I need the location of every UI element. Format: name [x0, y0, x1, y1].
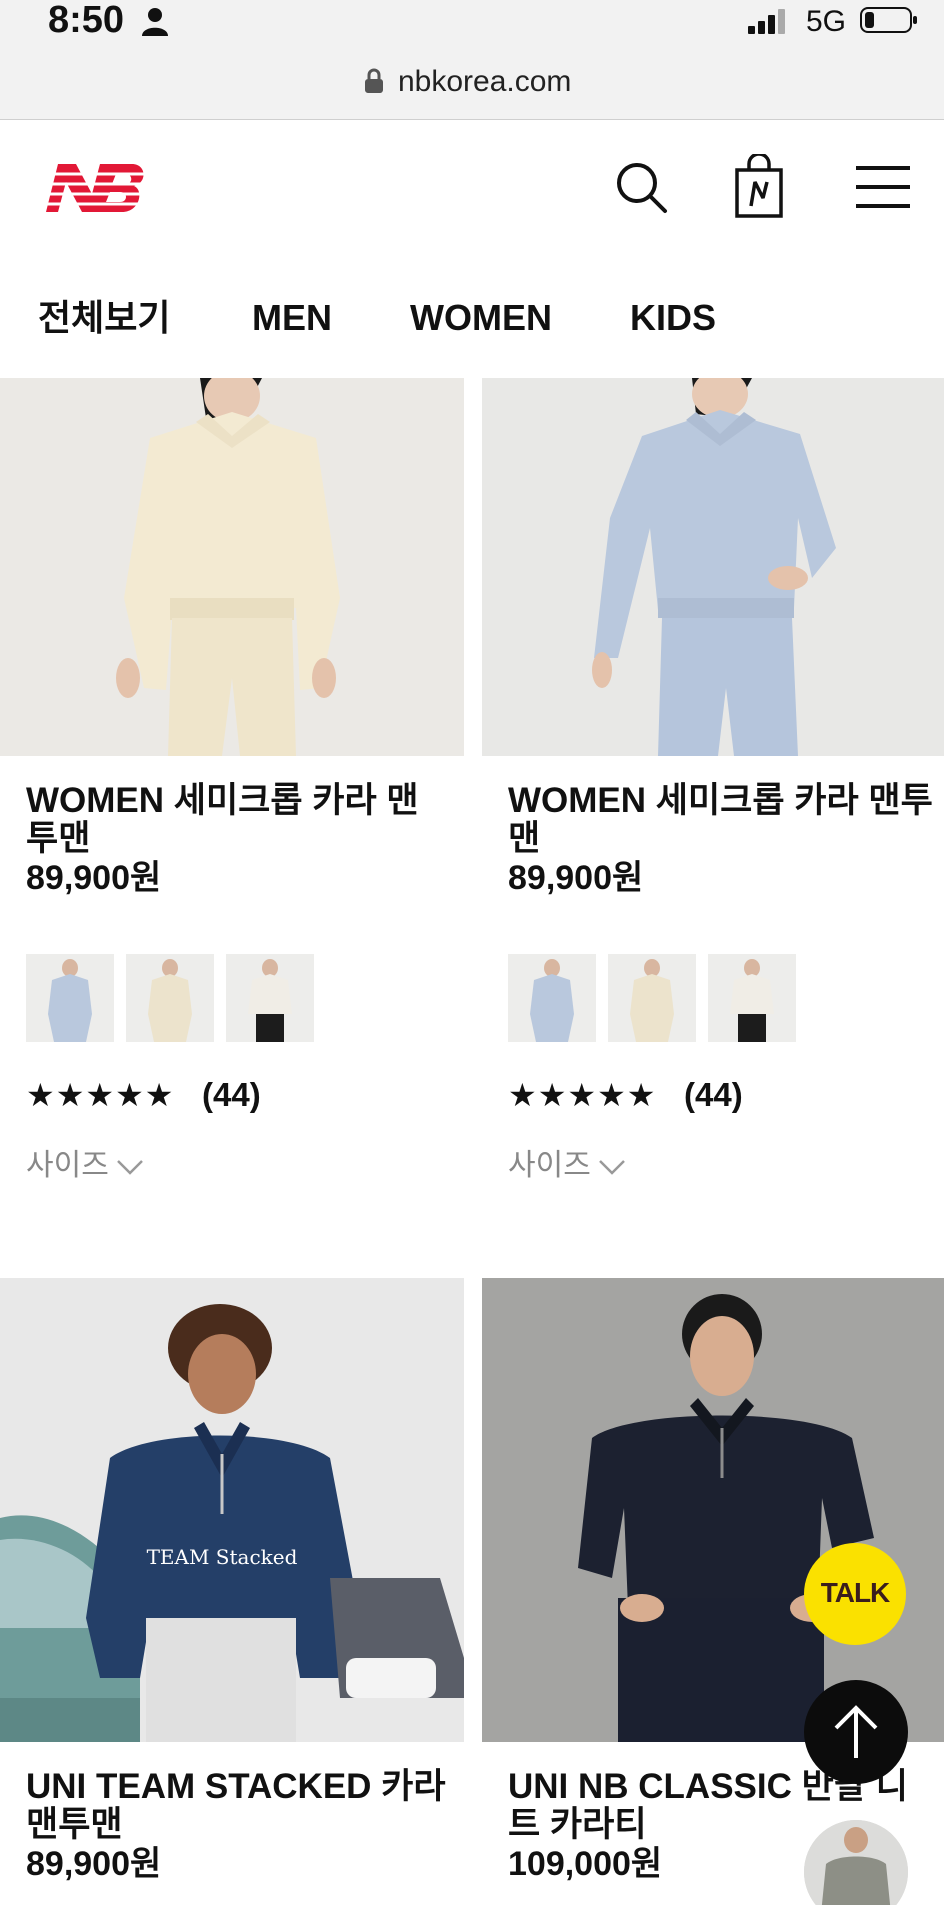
color-swatch-white[interactable]: [226, 954, 314, 1042]
product-name[interactable]: WOMEN 세미크롭 카라 맨투맨: [26, 782, 446, 858]
size-label: 사이즈: [26, 1149, 109, 1182]
nav-item-all[interactable]: 전체보기: [38, 296, 170, 340]
network-label: 5G: [806, 5, 847, 38]
lock-icon: [365, 68, 383, 93]
product-image[interactable]: [482, 378, 944, 756]
product-image[interactable]: [482, 1278, 944, 1742]
status-bar: 8:50 5G: [0, 0, 944, 44]
rating-stars: ★★★★★: [26, 1077, 175, 1113]
color-swatches: [26, 954, 446, 1042]
product-price: 109,000원: [508, 1845, 663, 1883]
product-rating: ★★★★★ (44): [508, 1074, 908, 1114]
product-photo: [482, 378, 944, 756]
product-card[interactable]: WOMEN 세미크롭 카라 맨투맨 89,900원 ★★★★★ (44) 사이즈: [0, 378, 464, 1182]
review-count[interactable]: (44): [202, 1078, 261, 1112]
new-balance-logo[interactable]: [36, 160, 146, 216]
signal-icon: [748, 9, 785, 34]
nav-item-women[interactable]: WOMEN: [410, 296, 552, 340]
product-photo: [0, 378, 464, 756]
color-swatch-cream[interactable]: [608, 954, 696, 1042]
product-photo: [482, 1278, 944, 1742]
color-swatch-blue[interactable]: [508, 954, 596, 1042]
color-swatch-white[interactable]: [708, 954, 796, 1042]
product-image[interactable]: [0, 378, 464, 756]
talk-label: TALK: [820, 1577, 891, 1608]
product-price: 89,900원: [26, 1845, 162, 1883]
size-label: 사이즈: [508, 1149, 591, 1182]
size-dropdown[interactable]: 사이즈: [508, 1148, 648, 1188]
nav-item-men[interactable]: MEN: [252, 296, 332, 340]
status-time: 8:50: [48, 0, 125, 41]
product-card[interactable]: TEAM Stacked UNI TEAM STACKED 카라 맨투맨 89,…: [0, 1278, 464, 1905]
color-swatches: [508, 954, 928, 1042]
rating-stars: ★★★★★: [508, 1077, 657, 1113]
color-swatch-cream[interactable]: [126, 954, 214, 1042]
search-icon[interactable]: [614, 160, 668, 214]
color-swatch-blue[interactable]: [26, 954, 114, 1042]
product-price: 89,900원: [26, 859, 162, 897]
arrow-up-icon: [834, 1705, 878, 1758]
browser-url-bar[interactable]: nbkorea.com: [0, 44, 944, 120]
url-text[interactable]: nbkorea.com: [398, 64, 571, 100]
product-image[interactable]: TEAM Stacked: [0, 1278, 464, 1742]
product-graphic-text: TEAM Stacked: [147, 1545, 298, 1569]
product-price: 89,900원: [508, 859, 644, 897]
site-header: [0, 120, 944, 268]
product-name[interactable]: WOMEN 세미크롭 카라 맨투맨: [508, 782, 938, 858]
size-dropdown[interactable]: 사이즈: [26, 1148, 166, 1188]
product-card[interactable]: WOMEN 세미크롭 카라 맨투맨 89,900원 ★★★★★ (44) 사이즈: [482, 378, 944, 1182]
kakao-talk-button[interactable]: TALK: [804, 1543, 906, 1645]
review-count[interactable]: (44): [684, 1078, 743, 1112]
category-nav: 전체보기 MEN WOMEN KIDS: [0, 268, 944, 378]
chevron-down-icon: [599, 1160, 625, 1175]
product-name[interactable]: UNI TEAM STACKED 카라 맨투맨: [26, 1768, 446, 1844]
shopping-bag-icon[interactable]: [734, 154, 784, 218]
product-rating: ★★★★★ (44): [26, 1074, 426, 1114]
product-photo: TEAM Stacked: [0, 1278, 464, 1742]
scroll-to-top-button[interactable]: [804, 1680, 908, 1784]
nav-item-kids[interactable]: KIDS: [630, 296, 716, 340]
chevron-down-icon: [117, 1160, 143, 1175]
battery-icon: [860, 7, 917, 33]
hamburger-menu-icon[interactable]: [856, 166, 910, 208]
person-icon: [142, 8, 168, 36]
